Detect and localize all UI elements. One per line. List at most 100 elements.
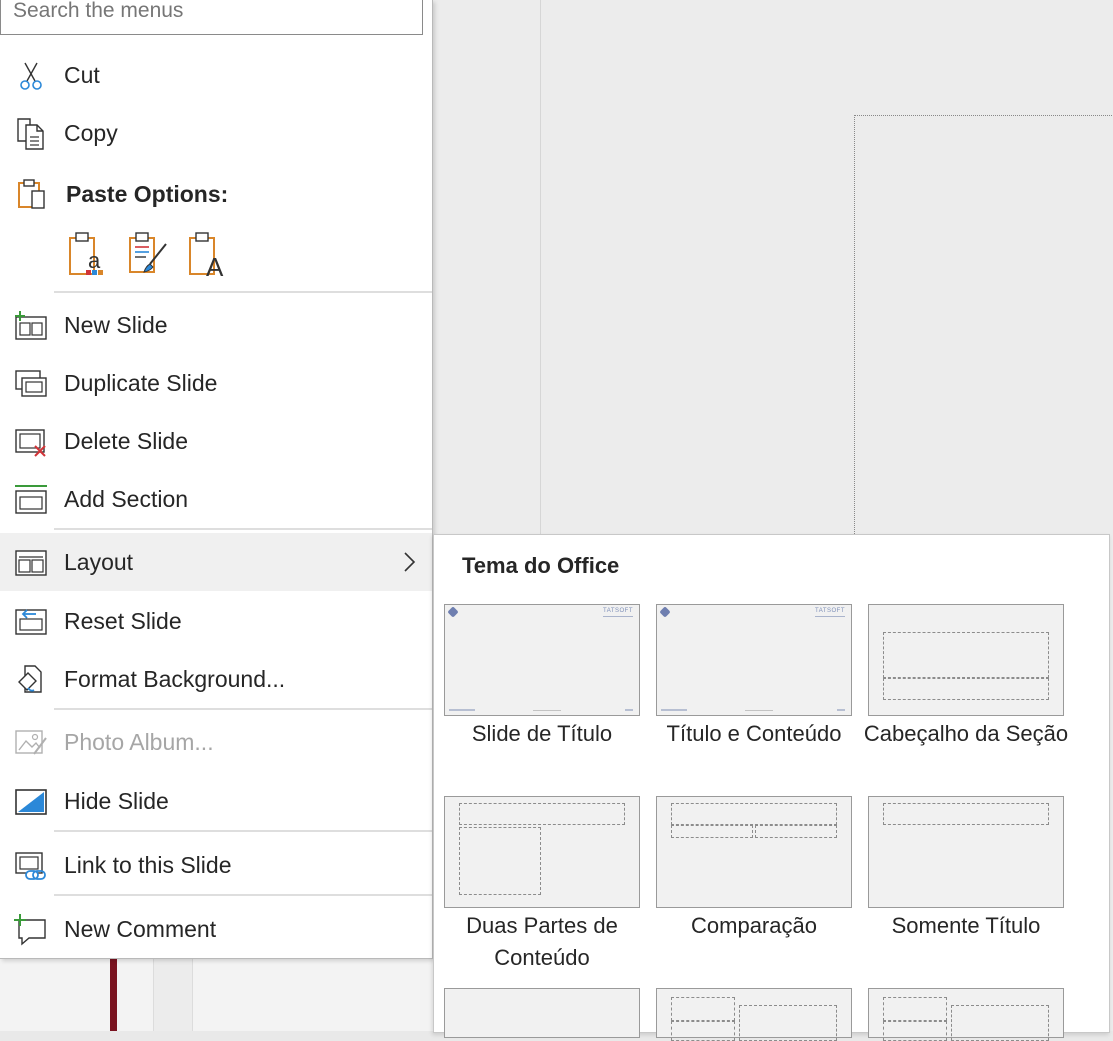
menu-item-cut[interactable]: Cut: [0, 46, 432, 104]
brand-text: TATSOFT: [815, 608, 845, 614]
copy-icon: [14, 117, 48, 151]
brand-underline: [603, 616, 633, 617]
menu-item-label: Duplicate Slide: [64, 369, 218, 396]
svg-text:A: A: [206, 252, 224, 278]
placeholder-box: [671, 825, 753, 838]
menu-item-reset-slide[interactable]: Reset Slide: [0, 592, 432, 650]
paste-options-label: Paste Options:: [66, 180, 229, 207]
placeholder-box: [755, 825, 837, 838]
placeholder-box: [883, 1021, 947, 1041]
format-background-icon: [14, 663, 48, 697]
menu-item-label: Format Background...: [64, 665, 286, 692]
placeholder-box: [951, 1005, 1049, 1041]
brand-logo-icon: [659, 606, 671, 618]
add-section-icon: [14, 483, 48, 517]
photo-album-icon: [14, 726, 48, 760]
menu-item-photo-album: Photo Album...: [0, 713, 432, 771]
menu-item-label: New Slide: [64, 311, 168, 338]
menu-item-delete-slide[interactable]: Delete Slide: [0, 412, 432, 470]
menu-item-add-section[interactable]: Add Section: [0, 470, 432, 528]
reset-slide-icon: [14, 605, 48, 639]
layout-icon: [14, 546, 48, 580]
slide-thumbnail-pane: [0, 958, 435, 1031]
layout-name: Cabeçalho da Seção: [863, 721, 1069, 746]
footer-mark: [625, 709, 633, 711]
hide-slide-icon: [14, 785, 48, 819]
menu-item-label: Delete Slide: [64, 427, 189, 454]
menu-item-label: Add Section: [64, 485, 189, 512]
menu-item-label: Copy: [64, 119, 118, 146]
layout-tile-two-content[interactable]: [444, 796, 640, 908]
search-menus-box[interactable]: [0, 0, 423, 35]
layout-tile-section-header[interactable]: [868, 604, 1064, 716]
placeholder-box: [671, 997, 735, 1021]
slide-placeholder-edge: [854, 115, 1113, 536]
menu-item-label: New Comment: [64, 915, 217, 942]
menu-item-label: Layout: [64, 548, 134, 575]
menu-item-format-background[interactable]: Format Background...: [0, 650, 432, 708]
menu-item-paste-options: Paste Options:: [0, 165, 432, 223]
menu-item-new-comment[interactable]: New Comment: [0, 900, 432, 958]
duplicate-slide-icon: [14, 367, 48, 401]
menu-separator: [54, 291, 432, 293]
brand-text: TATSOFT: [603, 608, 633, 614]
footer-mark: [745, 710, 773, 711]
placeholder-box: [459, 827, 541, 895]
menu-item-copy[interactable]: Copy: [0, 104, 432, 162]
new-comment-icon: [14, 913, 48, 947]
layout-tile-title-only[interactable]: [868, 796, 1064, 908]
keep-source-formatting-icon[interactable]: [126, 230, 172, 278]
keep-text-only-icon[interactable]: A: [186, 230, 232, 282]
menu-item-hide-slide[interactable]: Hide Slide: [0, 772, 432, 830]
gallery-title: Tema do Office: [462, 553, 620, 578]
menu-item-label: Link to this Slide: [64, 851, 232, 878]
placeholder-box: [883, 803, 1049, 825]
use-destination-theme-icon[interactable]: a: [66, 230, 112, 278]
clipboard-icon: [14, 178, 48, 212]
menu-item-label: Cut: [64, 61, 100, 88]
layout-name: Duas Partes de Conteúdo: [466, 913, 618, 970]
placeholder-box: [459, 803, 625, 825]
thumbnail-stripe: [153, 958, 193, 1031]
placeholder-box: [883, 678, 1049, 700]
chevron-right-icon: [400, 549, 420, 575]
context-menu: Cut Copy Paste Options:: [0, 0, 433, 959]
placeholder-box: [883, 632, 1049, 678]
brand-logo-icon: [447, 606, 459, 618]
link-slide-icon: [14, 849, 48, 883]
canvas-guide-line: [540, 0, 541, 535]
placeholder-box: [671, 803, 837, 825]
menu-item-duplicate-slide[interactable]: Duplicate Slide: [0, 354, 432, 412]
placeholder-box: [883, 997, 947, 1021]
delete-slide-icon: [14, 425, 48, 459]
layout-tile-title-slide[interactable]: TATSOFT: [444, 604, 640, 716]
layout-gallery: Tema do Office TATSOFT Slide de Título T…: [433, 534, 1110, 1041]
layout-tile-title-content[interactable]: TATSOFT: [656, 604, 852, 716]
scissors-icon: [14, 59, 48, 93]
footer-mark: [661, 709, 687, 711]
menu-item-new-slide[interactable]: New Slide: [0, 296, 432, 354]
menu-item-label: Hide Slide: [64, 787, 169, 814]
menu-item-link-slide[interactable]: Link to this Slide: [0, 836, 432, 894]
menu-item-label: Reset Slide: [64, 607, 182, 634]
footer-mark: [837, 709, 845, 711]
footer-mark: [533, 710, 561, 711]
menu-separator: [54, 708, 432, 710]
layout-name: Comparação: [691, 913, 817, 938]
menu-separator: [54, 894, 432, 896]
menu-separator: [54, 830, 432, 832]
search-menus-input[interactable]: [13, 0, 413, 23]
selected-slide-indicator: [110, 958, 117, 1031]
placeholder-box: [739, 1005, 837, 1041]
menu-item-label: Photo Album...: [64, 728, 214, 755]
menu-item-layout[interactable]: Layout: [0, 533, 432, 591]
new-slide-icon: [14, 309, 48, 343]
brand-underline: [815, 616, 845, 617]
layout-tile-comparison[interactable]: [656, 796, 852, 908]
layout-name: Slide de Título: [471, 721, 613, 746]
menu-separator: [54, 528, 432, 530]
svg-text:a: a: [88, 248, 101, 273]
footer-mark: [449, 709, 475, 711]
layout-name: Título e Conteúdo: [666, 721, 842, 746]
layout-name: Somente Título: [891, 913, 1041, 938]
